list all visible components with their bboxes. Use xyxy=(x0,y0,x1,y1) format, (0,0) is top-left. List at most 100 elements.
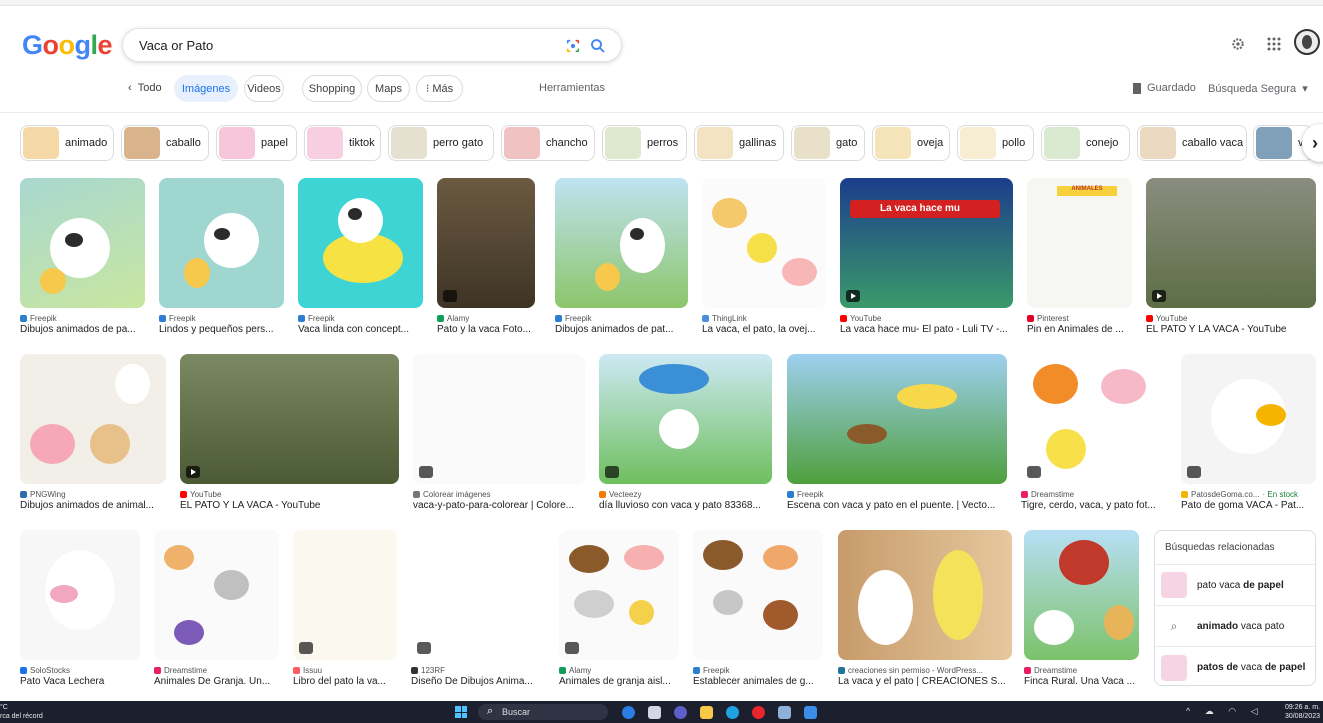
result-title[interactable]: Libro del pato la va... xyxy=(293,676,397,687)
back-to-all-tab[interactable]: ‹ Todo xyxy=(128,82,162,94)
tab-maps[interactable]: Maps xyxy=(367,75,410,102)
result-thumbnail[interactable] xyxy=(1021,354,1167,484)
image-result[interactable]: Freepik Lindos y pequeños pers... xyxy=(159,178,284,335)
result-title[interactable]: La vaca y el pato | CREACIONES S... xyxy=(838,676,1012,687)
result-title[interactable]: día lluvioso con vaca y pato 83368... xyxy=(599,500,772,511)
result-thumbnail[interactable] xyxy=(293,530,397,660)
weather-widget[interactable]: °C rca del récord xyxy=(0,703,43,721)
image-result[interactable]: SoloStocks Pato Vaca Lechera xyxy=(20,530,140,687)
result-source[interactable]: Colorear imágenes xyxy=(413,490,585,499)
teams-icon[interactable] xyxy=(674,706,687,719)
safe-search-dropdown[interactable]: Búsqueda Segura ▾ xyxy=(1208,82,1308,95)
result-source[interactable]: Pinterest xyxy=(1027,314,1132,323)
filter-chip[interactable]: chancho xyxy=(501,125,595,161)
result-thumbnail[interactable] xyxy=(413,354,585,484)
related-item[interactable]: pato vaca de papel xyxy=(1155,565,1315,606)
result-source[interactable]: SoloStocks xyxy=(20,666,140,675)
result-title[interactable]: Pin en Animales de ... xyxy=(1027,324,1132,335)
result-title[interactable]: Lindos y pequeños pers... xyxy=(159,324,284,335)
store-icon[interactable] xyxy=(804,706,817,719)
result-thumbnail[interactable] xyxy=(555,178,688,308)
result-thumbnail[interactable] xyxy=(693,530,823,660)
result-thumbnail[interactable] xyxy=(787,354,1007,484)
result-thumbnail[interactable] xyxy=(159,178,284,308)
image-result[interactable]: ThingLink La vaca, el pato, la ovej... xyxy=(702,178,826,335)
result-source[interactable]: Freepik xyxy=(555,314,688,323)
account-avatar[interactable] xyxy=(1294,29,1320,55)
image-result[interactable]: 123RF Diseño De Dibujos Anima... xyxy=(411,530,545,687)
gear-icon[interactable] xyxy=(1226,32,1250,56)
search-icon[interactable] xyxy=(589,37,607,55)
result-title[interactable]: Pato y la vaca Foto... xyxy=(437,324,535,335)
result-title[interactable]: Dibujos animados de pat... xyxy=(555,324,688,335)
image-result[interactable]: Freepik Dibujos animados de pa... xyxy=(20,178,145,335)
result-thumbnail[interactable] xyxy=(1146,178,1316,308)
result-source[interactable]: Issuu xyxy=(293,666,397,675)
image-result[interactable]: La vaca hace mu YouTube La vaca hace mu- E… xyxy=(840,178,1013,335)
image-result[interactable]: Freepik Dibujos animados de pat... xyxy=(555,178,688,335)
result-thumbnail[interactable] xyxy=(1024,530,1139,660)
image-result[interactable]: Alamy Animales de granja aisl... xyxy=(559,530,679,687)
result-source[interactable]: YouTube xyxy=(1146,314,1316,323)
result-source[interactable]: ThingLink xyxy=(702,314,826,323)
tab-images[interactable]: Imágenes xyxy=(174,75,238,102)
result-title[interactable]: Dibujos animados de animal... xyxy=(20,500,166,511)
image-result[interactable]: YouTube EL PATO Y LA VACA - YouTube xyxy=(180,354,399,511)
result-source[interactable]: YouTube xyxy=(840,314,1013,323)
image-result[interactable]: PNGWing Dibujos animados de animal... xyxy=(20,354,166,511)
result-source[interactable]: Freepik xyxy=(20,314,145,323)
result-source[interactable]: 123RF xyxy=(411,666,545,675)
result-source[interactable]: YouTube xyxy=(180,490,399,499)
result-source[interactable]: Vecteezy xyxy=(599,490,772,499)
result-source[interactable]: Dreamstime xyxy=(1021,490,1167,499)
saved-button[interactable]: Guardado xyxy=(1133,82,1196,94)
filter-chip[interactable]: perros xyxy=(602,125,687,161)
result-title[interactable]: La vaca hace mu- El pato - Luli TV -... xyxy=(840,324,1013,335)
image-result[interactable]: PatosdeGoma.co... · En stock Pato de goma … xyxy=(1181,354,1316,511)
tools-button[interactable]: Herramientas xyxy=(539,82,605,94)
app-icon[interactable] xyxy=(778,706,791,719)
search-box[interactable]: Vaca or Pato xyxy=(122,28,622,62)
result-thumbnail[interactable] xyxy=(20,354,166,484)
system-tray[interactable]: ^ ☁ ◠ ◁ xyxy=(1186,706,1264,717)
bing-icon[interactable] xyxy=(622,706,635,719)
result-source[interactable]: creaciones sin permiso - WordPress... xyxy=(838,666,1012,675)
related-item[interactable]: ⌕ animado vaca pato xyxy=(1155,606,1315,647)
result-source[interactable]: PatosdeGoma.co... · En stock xyxy=(1181,490,1316,499)
filter-chip[interactable]: caballo xyxy=(121,125,209,161)
result-source[interactable]: Freepik xyxy=(693,666,823,675)
result-source[interactable]: Alamy xyxy=(437,314,535,323)
tab-videos[interactable]: Videos xyxy=(244,75,284,102)
filter-chip[interactable]: perro gato xyxy=(388,125,494,161)
google-lens-icon[interactable] xyxy=(565,38,581,54)
filter-chip[interactable]: conejo xyxy=(1041,125,1130,161)
opera-icon[interactable] xyxy=(752,706,765,719)
filter-chip[interactable]: gato xyxy=(791,125,865,161)
filter-chip[interactable]: caballo vaca xyxy=(1137,125,1247,161)
result-title[interactable]: Finca Rural. Una Vaca ... xyxy=(1024,676,1139,687)
filter-chip[interactable]: papel xyxy=(216,125,297,161)
image-result[interactable]: YouTube EL PATO Y LA VACA - YouTube xyxy=(1146,178,1316,335)
apps-grid-icon[interactable] xyxy=(1262,32,1286,56)
task-view-icon[interactable] xyxy=(648,706,661,719)
result-title[interactable]: Pato Vaca Lechera xyxy=(20,676,140,687)
result-title[interactable]: Animales De Granja. Un... xyxy=(154,676,279,687)
result-title[interactable]: Diseño De Dibujos Anima... xyxy=(411,676,545,687)
result-thumbnail[interactable] xyxy=(702,178,826,308)
image-result[interactable]: Freepik Establecer animales de g... xyxy=(693,530,823,687)
taskbar-search[interactable]: Buscar xyxy=(478,704,608,720)
google-logo[interactable]: Google xyxy=(22,30,113,61)
image-result[interactable]: Alamy Pato y la vaca Foto... xyxy=(437,178,535,335)
result-thumbnail[interactable] xyxy=(20,178,145,308)
result-thumbnail[interactable] xyxy=(437,178,535,308)
result-thumbnail[interactable] xyxy=(20,530,140,660)
tab-shopping[interactable]: Shopping xyxy=(302,75,362,102)
result-title[interactable]: Vaca linda con concept... xyxy=(298,324,423,335)
result-thumbnail[interactable] xyxy=(599,354,772,484)
image-result[interactable]: Dreamstime Tigre, cerdo, vaca, y pato fot… xyxy=(1021,354,1167,511)
result-source[interactable]: PNGWing xyxy=(20,490,166,499)
filter-chip[interactable]: oveja xyxy=(872,125,950,161)
result-title[interactable]: Pato de goma VACA - Pat... xyxy=(1181,500,1316,511)
result-title[interactable]: Tigre, cerdo, vaca, y pato fot... xyxy=(1021,500,1167,511)
image-result[interactable]: creaciones sin permiso - WordPress... La … xyxy=(838,530,1012,687)
